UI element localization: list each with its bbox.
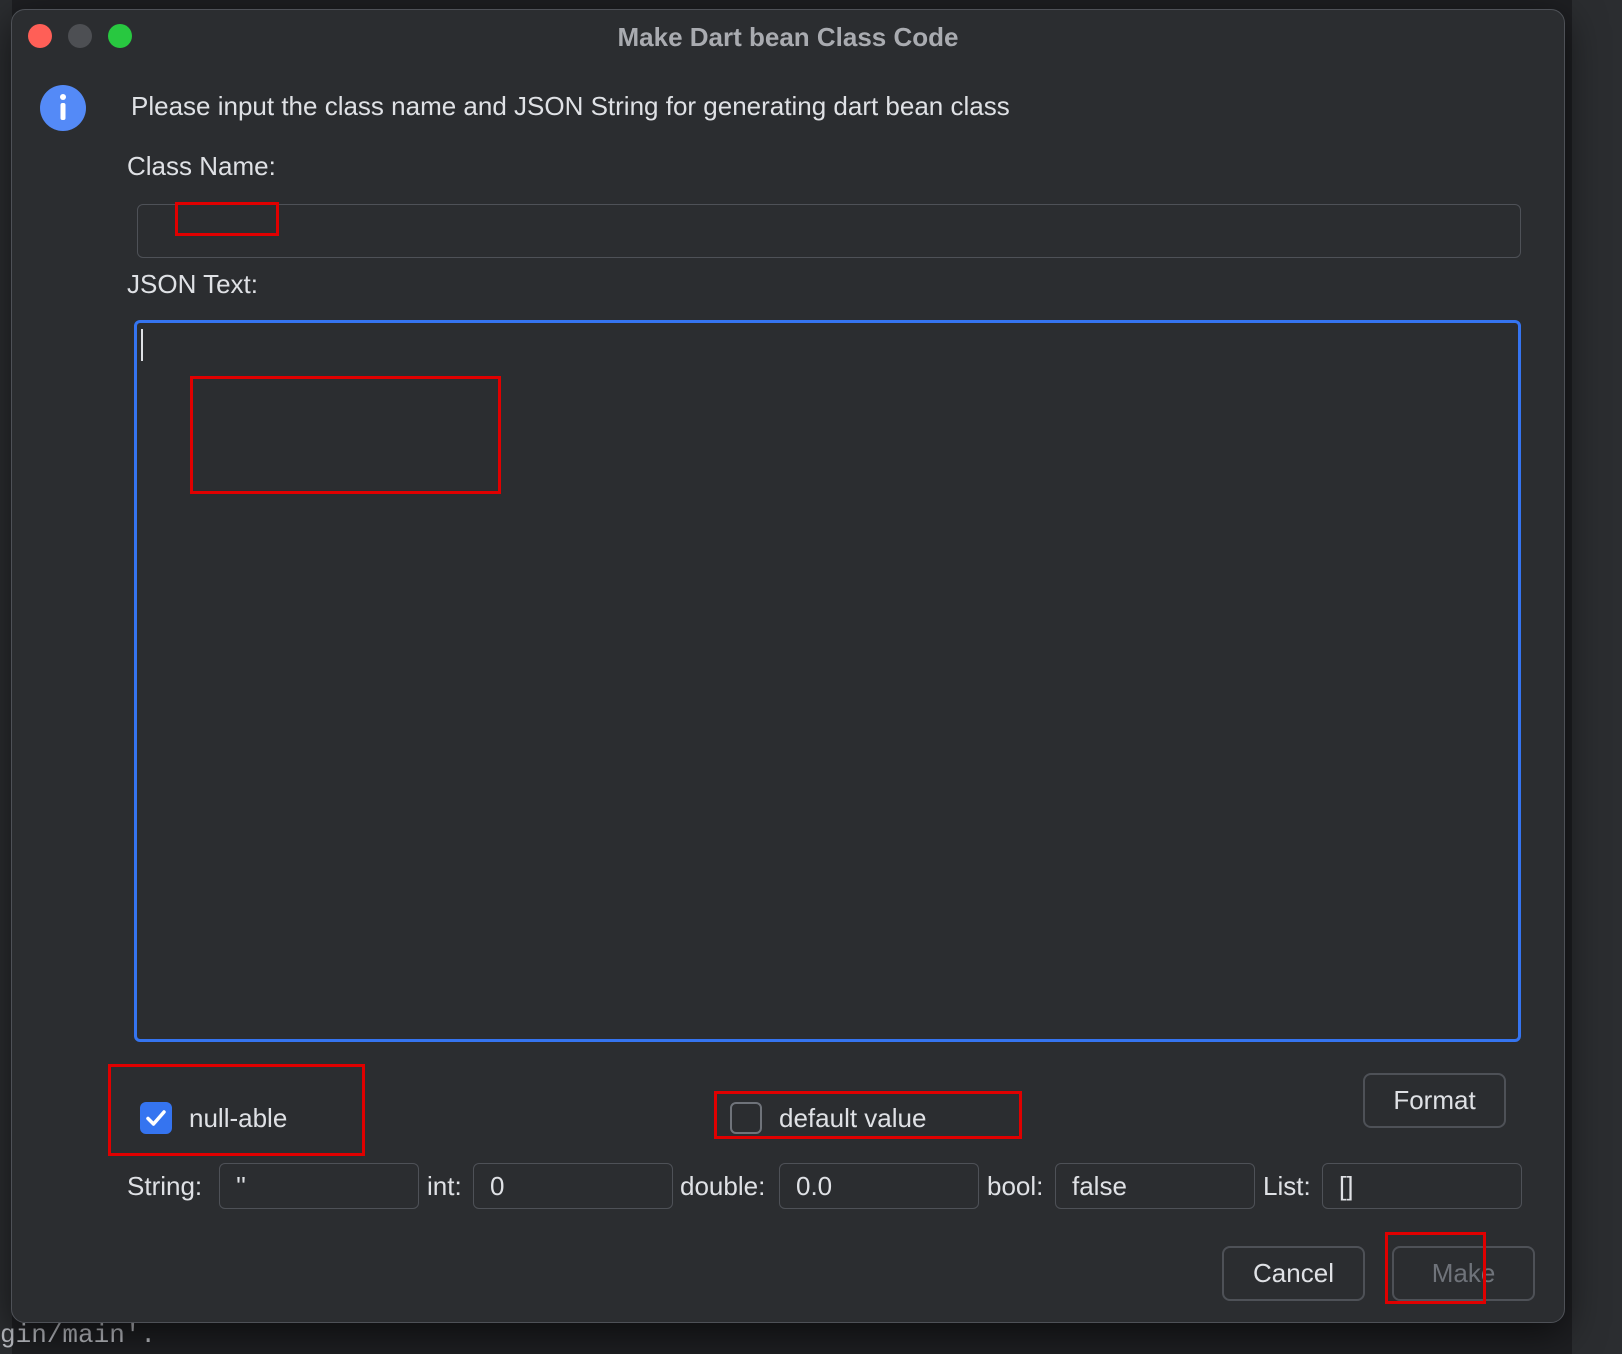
highlight-box-class-name xyxy=(175,202,279,236)
bool-default-label: bool: xyxy=(987,1171,1044,1201)
info-icon xyxy=(40,85,86,131)
bool-default-input[interactable]: false xyxy=(1055,1163,1255,1209)
editor-right-panel xyxy=(1572,0,1622,1354)
double-default-input[interactable]: 0.0 xyxy=(779,1163,979,1209)
int-default-label: int: xyxy=(427,1171,462,1201)
dialog-title: Make Dart bean Class Code xyxy=(617,22,959,52)
int-default-input[interactable]: 0 xyxy=(473,1163,673,1209)
default-value-checkbox[interactable] xyxy=(730,1102,762,1134)
string-default-label: String: xyxy=(127,1171,203,1201)
highlight-box-json-text xyxy=(190,376,501,494)
checkmark-icon xyxy=(146,1110,166,1126)
default-value-label: default value xyxy=(779,1103,927,1133)
class-name-input[interactable] xyxy=(137,204,1521,258)
format-button[interactable]: Format xyxy=(1363,1073,1506,1128)
json-text-label: JSON Text: xyxy=(127,269,259,299)
editor-text: gin/main'. xyxy=(0,1320,157,1350)
nullable-label: null-able xyxy=(189,1103,288,1133)
nullable-checkbox[interactable] xyxy=(140,1102,172,1134)
class-name-label: Class Name: xyxy=(127,151,276,181)
cancel-button[interactable]: Cancel xyxy=(1222,1246,1365,1301)
highlight-box-make xyxy=(1385,1232,1486,1304)
list-default-label: List: xyxy=(1263,1171,1311,1201)
make-dart-bean-dialog: Make Dart bean Class Code Please input t… xyxy=(11,9,1565,1323)
string-default-input[interactable]: '' xyxy=(219,1163,419,1209)
text-caret xyxy=(141,329,143,361)
list-default-input[interactable]: [] xyxy=(1322,1163,1522,1209)
title-bar: Make Dart bean Class Code xyxy=(12,10,1564,62)
dialog-message: Please input the class name and JSON Str… xyxy=(131,91,1010,121)
double-default-label: double: xyxy=(680,1171,766,1201)
